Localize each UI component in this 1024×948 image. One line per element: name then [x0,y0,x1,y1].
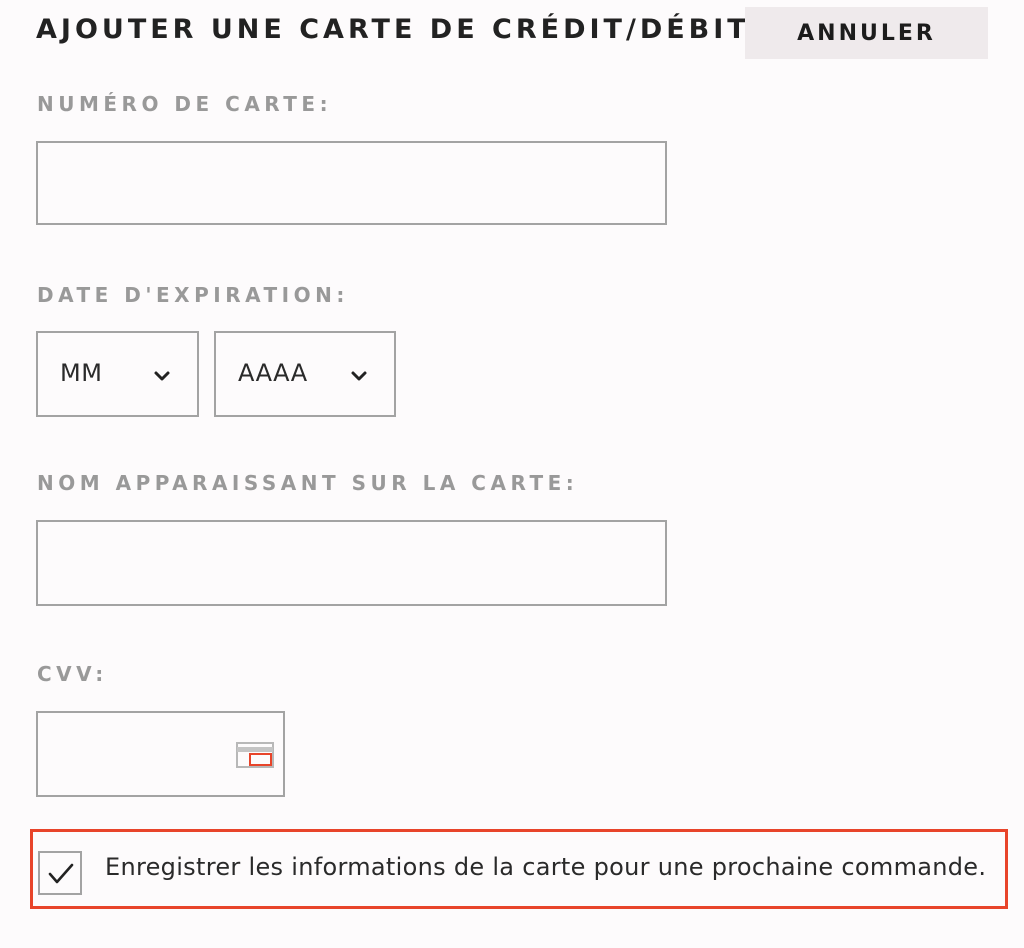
card-number-label: NUMÉRO DE CARTE: [37,92,333,116]
cvv-label: CVV: [37,662,108,686]
name-on-card-label: NOM APPARAISSANT SUR LA CARTE: [37,471,579,495]
expiration-month-value: MM [60,359,103,387]
name-on-card-field [36,520,667,606]
card-number-field [36,141,667,225]
card-cvv-icon [236,742,274,768]
expiration-year-value: AAAA [238,359,308,387]
chevron-down-icon [351,371,367,381]
expiration-month-select[interactable]: MM [36,331,199,417]
chevron-down-icon [154,371,170,381]
expiration-label: DATE D'EXPIRATION: [37,283,349,307]
page-title: AJOUTER UNE CARTE DE CRÉDIT/DÉBIT [36,14,750,45]
card-number-input[interactable] [38,143,665,223]
checkmark-icon [48,863,74,884]
cancel-button[interactable]: ANNULER [745,7,988,59]
save-card-label: Enregistrer les informations de la carte… [105,853,987,881]
name-on-card-input[interactable] [38,522,665,604]
save-card-checkbox[interactable] [38,851,82,895]
expiration-year-select[interactable]: AAAA [214,331,396,417]
